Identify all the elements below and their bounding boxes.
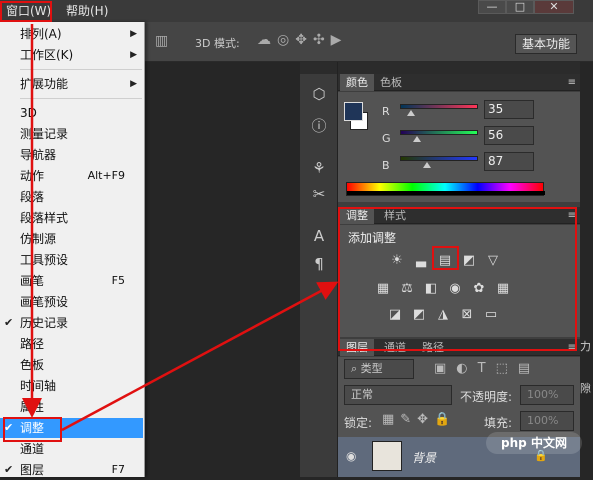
annotation-arrows [22, 24, 339, 432]
arrow-to-panel [61, 281, 339, 432]
php-watermark: php 中文网 [486, 432, 582, 454]
